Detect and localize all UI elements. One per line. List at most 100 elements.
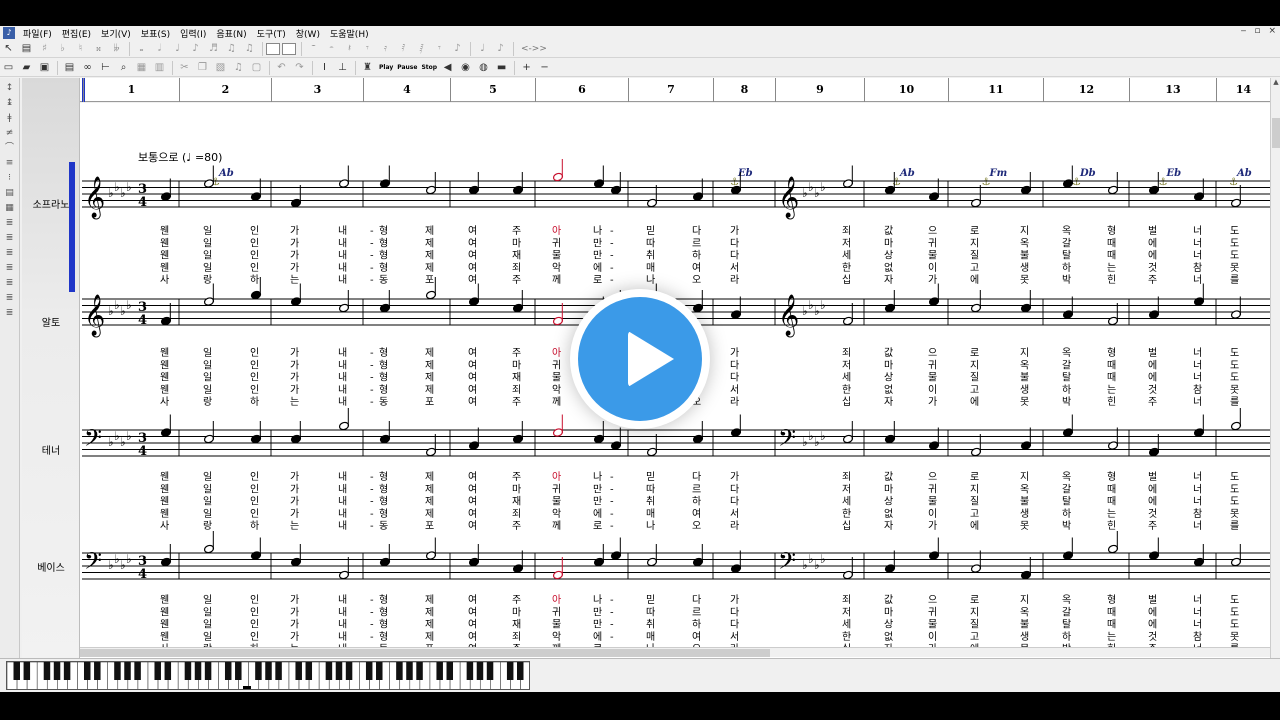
cut-icon[interactable]: ✂ xyxy=(176,60,193,76)
double-sharp-icon[interactable]: 𝄪 xyxy=(90,41,107,57)
scroll-up-icon[interactable]: ▲ xyxy=(1271,78,1280,88)
dotted-rest-icon[interactable]: 𝄾 xyxy=(431,41,448,57)
new-file-icon[interactable]: ▭ xyxy=(0,60,17,76)
mixer-icon[interactable]: ◍ xyxy=(475,60,492,76)
play-icon[interactable] xyxy=(578,297,702,421)
sixteenth-note-icon[interactable]: ♬ xyxy=(205,41,222,57)
dynamics-icon[interactable]: ≡ xyxy=(3,157,17,170)
double-flat-icon[interactable]: 𝄫 xyxy=(108,41,125,57)
measure-number-2[interactable]: 2 xyxy=(179,78,271,102)
pointer-icon[interactable]: ↖ xyxy=(0,41,17,57)
list-icon[interactable]: ≣ xyxy=(3,277,17,290)
whole-rest-icon[interactable]: 𝄻 xyxy=(305,41,322,57)
sixtyfourth-rest-icon[interactable]: 𝅁 xyxy=(413,41,430,57)
slur-icon[interactable]: ⌒ xyxy=(3,142,17,155)
half-note-icon[interactable]: 𝅗𝅥 xyxy=(151,41,168,57)
text-cursor-icon[interactable]: I xyxy=(316,60,333,76)
palette-icon[interactable]: ▤ xyxy=(18,41,35,57)
whole-note-icon[interactable]: 𝅝 xyxy=(133,41,150,57)
measure-number-1[interactable]: 1 xyxy=(83,78,179,102)
measure-number-11[interactable]: 11 xyxy=(948,78,1043,102)
minimize-icon[interactable]: ‒ xyxy=(1241,26,1247,36)
measure-number-7[interactable]: 7 xyxy=(628,78,713,102)
menu-edit[interactable]: 편집(E) xyxy=(57,27,96,40)
close-icon[interactable]: × xyxy=(1268,26,1276,36)
menu-tools[interactable]: 도구(T) xyxy=(252,27,291,40)
print-preview-icon[interactable]: ▦ xyxy=(133,60,150,76)
record-icon[interactable]: ◉ xyxy=(457,60,474,76)
measure-number-13[interactable]: 13 xyxy=(1129,78,1216,102)
sharp-icon[interactable]: ♯ xyxy=(36,41,53,57)
list-icon[interactable]: ≣ xyxy=(3,217,17,230)
eighth-note-icon[interactable]: ♪ xyxy=(187,41,204,57)
vertical-scrollbar[interactable]: ▲ ▼ xyxy=(1270,78,1280,674)
measure-number-12[interactable]: 12 xyxy=(1043,78,1129,102)
save-icon[interactable]: ▣ xyxy=(36,60,53,76)
measure-number-5[interactable]: 5 xyxy=(450,78,535,102)
half-rest-icon[interactable]: 𝄼 xyxy=(323,41,340,57)
measure-number-8[interactable]: 8 xyxy=(713,78,775,102)
measure-number-10[interactable]: 10 xyxy=(864,78,948,102)
zoom-in-icon[interactable]: + xyxy=(518,60,535,76)
list-icon[interactable]: ≣ xyxy=(3,292,17,305)
measure-number-6[interactable]: 6 xyxy=(535,78,628,102)
eighth-rest-icon[interactable]: 𝄾 xyxy=(359,41,376,57)
menu-view[interactable]: 보기(V) xyxy=(96,27,136,40)
keyboard-icon[interactable]: ▬ xyxy=(493,60,510,76)
thirtysecond-rest-icon[interactable]: 𝅀 xyxy=(395,41,412,57)
track-name-alto[interactable]: 알토 xyxy=(22,314,80,329)
video-play-button[interactable] xyxy=(570,289,710,429)
vertical-scroll-thumb[interactable] xyxy=(1272,118,1280,148)
zoom-icon[interactable]: ⌕ xyxy=(115,60,132,76)
stop-button[interactable]: Stop xyxy=(419,64,439,71)
measure-number-14[interactable]: 14 xyxy=(1216,78,1270,102)
flat-icon[interactable]: ♭ xyxy=(54,41,71,57)
staff-edit-icon[interactable]: ⊢ xyxy=(97,60,114,76)
redo-icon[interactable]: ↷ xyxy=(291,60,308,76)
stem-icon[interactable]: ǂ xyxy=(3,112,17,125)
menu-note[interactable]: 음표(N) xyxy=(211,27,251,40)
list-icon[interactable]: ≣ xyxy=(3,262,17,275)
layout-icon[interactable]: ▤ xyxy=(3,187,17,200)
play-button[interactable]: Play xyxy=(377,64,395,71)
sixteenth-rest-icon[interactable]: 𝄿 xyxy=(377,41,394,57)
glasses-icon[interactable]: ∞ xyxy=(79,60,96,76)
track-name-bass[interactable]: 베이스 xyxy=(22,559,80,574)
note-paste-icon[interactable]: ♫ xyxy=(230,60,247,76)
list-icon[interactable]: ≣ xyxy=(3,247,17,260)
beam-icon[interactable]: ≠ xyxy=(3,127,17,140)
menu-window[interactable]: 창(W) xyxy=(291,27,325,40)
measure-number-3[interactable]: 3 xyxy=(271,78,363,102)
thirtysecond-note-icon[interactable]: ♫ xyxy=(223,41,240,57)
tempo-arrows-icon[interactable]: <->> xyxy=(517,44,551,54)
sixtyfourth-note-icon[interactable]: ♫ xyxy=(241,41,258,57)
measure-number-4[interactable]: 4 xyxy=(363,78,450,102)
quarter-note-icon[interactable]: ♩ xyxy=(169,41,186,57)
delete-icon[interactable]: ▢ xyxy=(248,60,265,76)
voice-up-icon[interactable]: ↕ xyxy=(3,82,17,95)
list-icon[interactable]: ≣ xyxy=(3,232,17,245)
piano-keyboard[interactable] xyxy=(6,661,530,690)
triplet-icon[interactable]: ♪ xyxy=(449,41,466,57)
copy-icon[interactable]: ❐ xyxy=(194,60,211,76)
open-folder-icon[interactable]: ▰ xyxy=(18,60,35,76)
track-name-soprano[interactable]: 소프라노 xyxy=(22,196,80,211)
menu-staff[interactable]: 보표(S) xyxy=(136,27,175,40)
color-swatch-icon[interactable] xyxy=(282,42,296,55)
paste-icon[interactable]: ▧ xyxy=(212,60,229,76)
menu-help[interactable]: 도움말(H) xyxy=(325,27,374,40)
voice-down-icon[interactable]: ↨ xyxy=(3,97,17,110)
restore-icon[interactable]: ▫ xyxy=(1254,26,1260,36)
articulation-icon[interactable]: ⁝ xyxy=(3,172,17,185)
tie-note-icon[interactable]: ♩ xyxy=(474,41,491,57)
list-icon[interactable]: ≣ xyxy=(3,307,17,320)
speaker-icon[interactable]: ◀ xyxy=(439,60,456,76)
print-icon[interactable]: ▥ xyxy=(151,60,168,76)
zoom-out-icon[interactable]: − xyxy=(536,60,553,76)
grace-note-icon[interactable]: ♪ xyxy=(492,41,509,57)
menu-input[interactable]: 입력(I) xyxy=(175,27,211,40)
menu-file[interactable]: 파일(F) xyxy=(18,27,57,40)
horizontal-scrollbar[interactable] xyxy=(80,647,1270,657)
grid-icon[interactable]: ▦ xyxy=(3,202,17,215)
page-view-icon[interactable]: ▤ xyxy=(61,60,78,76)
